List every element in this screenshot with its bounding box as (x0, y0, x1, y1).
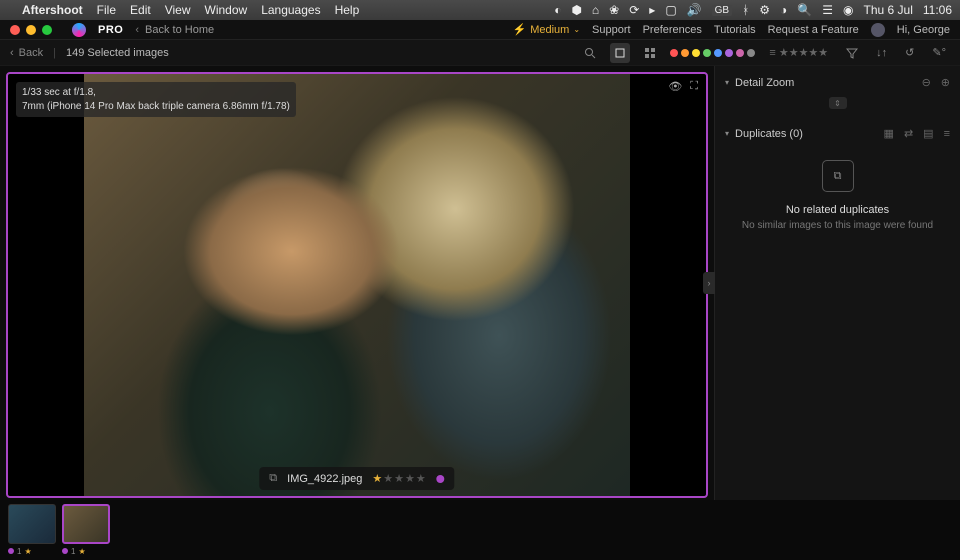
preferences-link[interactable]: Preferences (643, 24, 702, 36)
sort-icon[interactable]: ↓↑ (872, 43, 891, 63)
chevron-left-icon: ‹ (10, 47, 14, 59)
filename: IMG_4922.jpeg (287, 473, 362, 485)
status-icon[interactable]: ⌂ (592, 3, 599, 17)
no-duplicates-title: No related duplicates (786, 204, 889, 216)
search-icon[interactable]: 🔍 (797, 3, 812, 17)
eye-icon[interactable]: 👁 (668, 80, 682, 93)
color-label-picker[interactable] (670, 49, 755, 57)
close-window[interactable] (10, 25, 20, 35)
filter-icon[interactable] (842, 43, 862, 63)
menubar-time[interactable]: 11:06 (923, 3, 952, 17)
window-controls (10, 25, 52, 35)
thumbnail[interactable]: 1★ (8, 504, 56, 556)
back-to-home-link[interactable]: ‹ Back to Home (135, 24, 214, 36)
menu-languages[interactable]: Languages (261, 3, 320, 17)
display-icon[interactable]: ▢ (665, 3, 676, 17)
color-dot-icon (8, 548, 14, 554)
app-logo-icon (72, 23, 86, 37)
view-mode-icon[interactable]: ▤ (923, 127, 933, 140)
disclosure-icon: ▾ (725, 78, 729, 87)
macos-menubar: Aftershoot File Edit View Window Languag… (0, 0, 960, 20)
view-mode-icon[interactable]: ≡ (944, 128, 950, 140)
siri-icon[interactable]: ◉ (843, 3, 853, 17)
view-mode-icon[interactable]: ▦ (884, 127, 894, 140)
bolt-icon: ⚡ (513, 23, 527, 36)
fullscreen-window[interactable] (42, 25, 52, 35)
pro-badge: PRO (98, 24, 123, 36)
grid-view-icon[interactable] (640, 43, 660, 63)
thumbnail[interactable]: 1★ (62, 504, 110, 556)
status-icon[interactable]: ⬢ (571, 3, 581, 17)
menu-help[interactable]: Help (335, 3, 360, 17)
volume-icon[interactable]: 🔊 (687, 3, 702, 17)
app-header: PRO ‹ Back to Home ⚡ Medium ⌄ Support Pr… (0, 20, 960, 40)
color-dot-icon (62, 548, 68, 554)
panel-collapse-handle[interactable]: › (703, 272, 715, 294)
filmstrip: 1★ 1★ (0, 500, 960, 560)
zoom-icon[interactable] (580, 43, 600, 63)
menu-view[interactable]: View (165, 3, 191, 17)
zoom-in-icon[interactable]: ⊕ (941, 76, 950, 89)
avatar[interactable] (871, 23, 885, 37)
image-viewer[interactable]: 1/33 sec at f/1.8, 7mm (iPhone 14 Pro Ma… (6, 72, 708, 498)
user-greeting: Hi, George (897, 24, 950, 36)
status-icon[interactable]: ◐ (554, 3, 561, 17)
menu-window[interactable]: Window (205, 3, 248, 17)
thumbnail-image (62, 504, 110, 544)
duplicates-header[interactable]: ▾ Duplicates (0) ▦ ⇄ ▤ ≡ (725, 123, 950, 144)
status-icon[interactable]: ⟳ (629, 3, 639, 17)
filename-bar: ⧉ IMG_4922.jpeg ★★★★★ (259, 467, 454, 490)
expand-icon[interactable]: ⛶ (690, 80, 698, 93)
thumbnail-image (8, 504, 56, 544)
rating-filter[interactable]: ≡ ★★★★★ (765, 42, 832, 63)
selection-count: 149 Selected images (66, 47, 169, 59)
back-button[interactable]: ‹ Back (10, 47, 43, 59)
zoom-out-icon[interactable]: ⊖ (922, 76, 931, 89)
menubar-app[interactable]: Aftershoot (22, 3, 83, 17)
minimize-window[interactable] (26, 25, 36, 35)
input-source[interactable]: GB (712, 5, 732, 16)
single-view-icon[interactable] (610, 43, 630, 63)
rating-stars[interactable]: ★★★★★ (372, 472, 426, 485)
detail-zoom-header[interactable]: ▾ Detail Zoom ⊖ ⊕ (725, 72, 950, 93)
side-panel: ▾ Detail Zoom ⊖ ⊕ ⇕ ▾ Duplicates (0) ▦ ⇄… (714, 66, 960, 500)
no-duplicates-subtitle: No similar images to this image were fou… (742, 220, 933, 231)
menu-edit[interactable]: Edit (130, 3, 151, 17)
exif-overlay: 1/33 sec at f/1.8, 7mm (iPhone 14 Pro Ma… (16, 82, 296, 117)
status-icon[interactable]: ❀ (609, 3, 619, 17)
color-label-dot[interactable] (437, 475, 445, 483)
disclosure-icon: ▾ (725, 129, 729, 138)
chevron-down-icon: ⌄ (573, 25, 580, 34)
wifi-icon[interactable]: ⚙ (759, 3, 770, 17)
control-center-icon[interactable]: ☰ (822, 3, 833, 17)
request-feature-link[interactable]: Request a Feature (768, 24, 859, 36)
chevron-left-icon: ‹ (135, 24, 139, 36)
copy-icon[interactable]: ⧉ (269, 472, 277, 485)
toolbar: ‹ Back | 149 Selected images ≡ ★★★★★ ↓↑ … (0, 40, 960, 66)
tutorials-link[interactable]: Tutorials (714, 24, 756, 36)
history-icon[interactable]: ↺ (901, 42, 918, 63)
menubar-date[interactable]: Thu 6 Jul (864, 3, 913, 17)
photo-content (84, 74, 630, 496)
view-mode-icon[interactable]: ⇄ (904, 127, 913, 140)
edit-icon[interactable]: ✎° (928, 42, 950, 63)
bluetooth-icon[interactable]: ᚼ (742, 3, 749, 17)
duplicates-empty-icon: ⧉ (822, 160, 854, 192)
support-link[interactable]: Support (592, 24, 631, 36)
battery-icon[interactable]: ◑ (780, 3, 787, 17)
menu-file[interactable]: File (97, 3, 116, 17)
drag-handle-icon[interactable]: ⇕ (829, 97, 847, 109)
status-icon[interactable]: ▸ (649, 3, 655, 17)
strength-dropdown[interactable]: ⚡ Medium ⌄ (513, 23, 581, 36)
